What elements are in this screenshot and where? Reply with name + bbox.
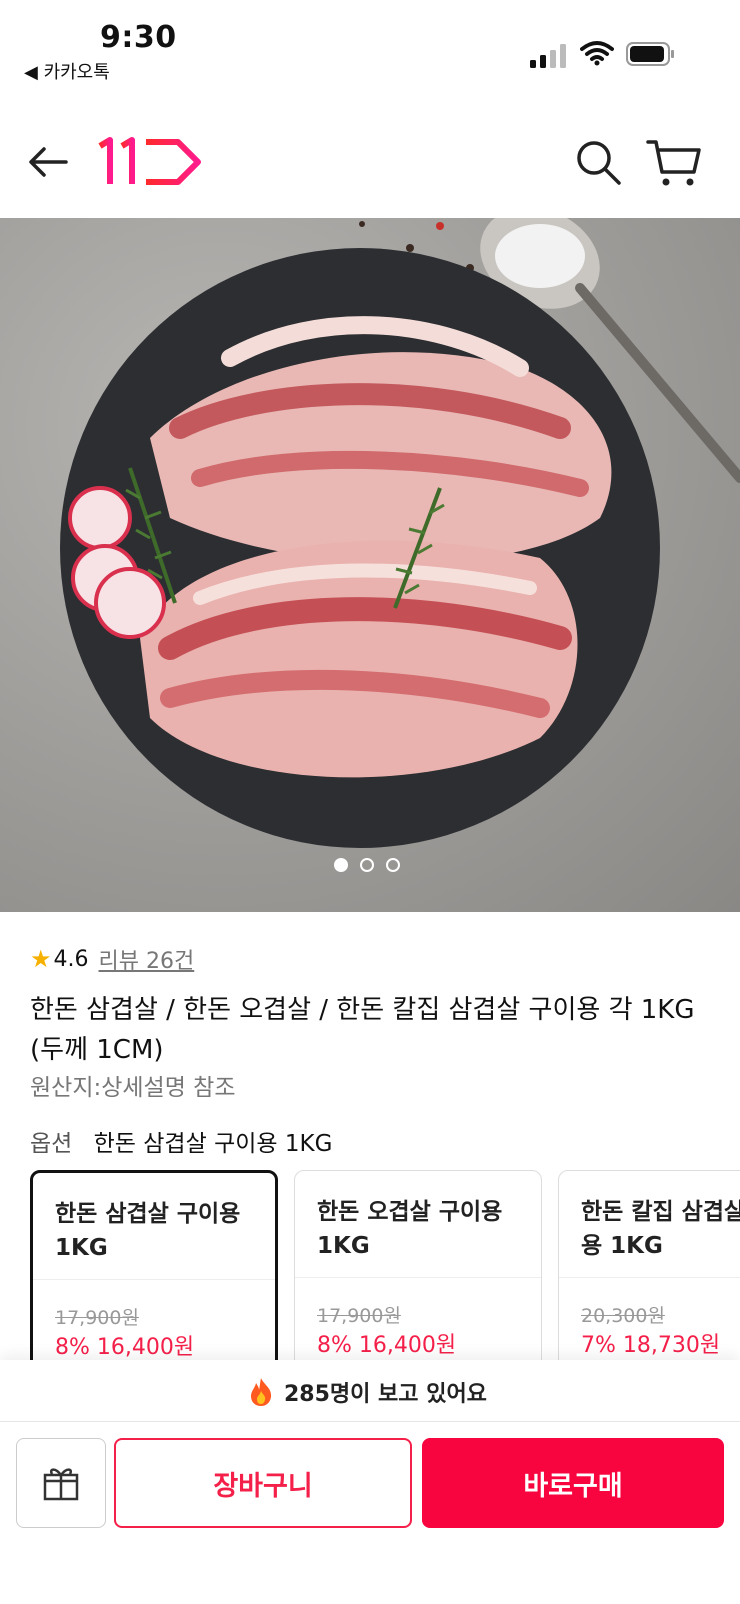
divider xyxy=(559,1277,740,1278)
buy-now-button[interactable]: 바로구매 xyxy=(422,1438,724,1528)
option-card-original-price: 17,900원 xyxy=(55,1307,139,1329)
search-icon[interactable] xyxy=(574,138,624,188)
option-selected-value: 한돈 삼겹살 구이용 1KG xyxy=(93,1131,333,1157)
cellular-signal-icon xyxy=(530,44,566,68)
option-card-selected[interactable]: 한돈 삼겹살 구이용 1KG 17,900원 8% 16,400원 xyxy=(30,1170,278,1360)
option-card-carousel[interactable]: 한돈 삼겹살 구이용 1KG 17,900원 8% 16,400원 한돈 오겹살… xyxy=(30,1170,740,1360)
divider xyxy=(33,1279,275,1280)
wifi-icon xyxy=(580,41,614,66)
cart-icon[interactable] xyxy=(646,138,702,188)
battery-icon xyxy=(626,42,674,66)
status-time: 9:30 xyxy=(100,20,177,55)
gallery-dot[interactable] xyxy=(386,858,400,872)
top-nav-bar xyxy=(0,110,740,218)
back-to-app-link[interactable]: ◀ 카카오톡 xyxy=(24,58,110,84)
divider xyxy=(295,1277,541,1278)
pork-belly-photo xyxy=(60,218,740,848)
gallery-pagination xyxy=(334,858,414,874)
option-card-original-price: 17,900원 xyxy=(317,1305,401,1327)
review-count-link[interactable]: 리뷰 26건 xyxy=(99,943,195,975)
rating-row: ★ 4.6 리뷰 26건 xyxy=(30,944,194,974)
bottom-action-bar: 장바구니 바로구매 xyxy=(0,1422,740,1604)
option-card-sale-price: 8% 16,400원 xyxy=(55,1335,195,1360)
option-label: 옵션 xyxy=(30,1131,73,1157)
product-origin: 원산지:상세설명 참조 xyxy=(30,1075,236,1101)
back-arrow-icon[interactable] xyxy=(24,138,72,186)
option-summary: 옵션 한돈 삼겹살 구이용 1KG xyxy=(30,1124,332,1158)
product-title: 한돈 삼겹살 / 한돈 오겹살 / 한돈 칼집 삼겹살 구이용 각 1KG (두… xyxy=(30,995,695,1065)
gallery-dot-active[interactable] xyxy=(334,858,348,872)
option-card-name: 한돈 삼겹살 구이용 1KG xyxy=(55,1201,241,1261)
gift-icon xyxy=(43,1468,79,1501)
star-icon: ★ xyxy=(30,945,52,973)
option-card[interactable]: 한돈 칼집 삼겹살 구이용 1KG 20,300원 7% 18,730원 xyxy=(558,1170,740,1360)
viewers-banner: 285명이 보고 있어요 xyxy=(0,1360,740,1422)
option-card-sale-price: 8% 16,400원 xyxy=(317,1333,457,1358)
product-image-gallery[interactable] xyxy=(0,218,740,912)
status-bar: 9:30 ◀ 카카오톡 xyxy=(0,0,740,90)
11st-logo[interactable] xyxy=(96,136,206,188)
option-card[interactable]: 한돈 오겹살 구이용 1KG 17,900원 8% 16,400원 xyxy=(294,1170,542,1360)
gallery-dot[interactable] xyxy=(360,858,374,872)
viewers-count-text: 285명이 보고 있어요 xyxy=(284,1382,487,1407)
option-card-sale-price: 7% 18,730원 xyxy=(581,1333,721,1358)
add-to-cart-button[interactable]: 장바구니 xyxy=(114,1438,412,1528)
option-card-original-price: 20,300원 xyxy=(581,1305,665,1327)
option-card-name: 한돈 칼집 삼겹살 구이용 1KG xyxy=(581,1199,740,1259)
option-card-name: 한돈 오겹살 구이용 1KG xyxy=(317,1199,503,1259)
gift-button[interactable] xyxy=(16,1438,106,1528)
fire-icon xyxy=(251,1378,272,1406)
rating-value: 4.6 xyxy=(53,946,89,972)
